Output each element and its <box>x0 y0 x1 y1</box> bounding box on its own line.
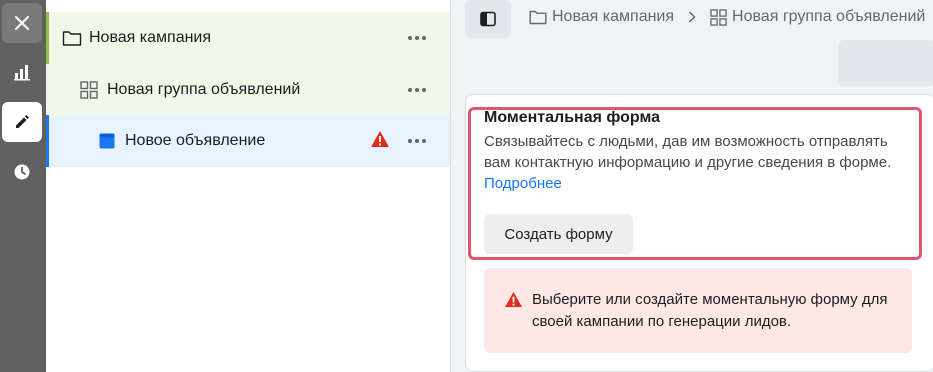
editor-pane: Новая кампания Новая группа объявлений М… <box>450 0 933 372</box>
reporting-button[interactable] <box>2 52 42 92</box>
close-button[interactable] <box>2 3 42 43</box>
tree-item-label: Новое объявление <box>125 132 266 149</box>
breadcrumb-item-adgroup[interactable]: Новая группа объявлений <box>710 8 925 26</box>
tree-item-label: Новая группа объявлений <box>107 80 301 98</box>
ad-icon <box>99 133 115 149</box>
error-alert: Выберите или создайте моментальную форму… <box>484 268 912 353</box>
warning-icon <box>370 130 390 153</box>
grid-icon <box>80 80 98 99</box>
section-title: Моментальная форма <box>484 109 661 126</box>
history-button[interactable] <box>2 152 42 192</box>
more-options-icon[interactable] <box>408 87 426 92</box>
toggle-panel-button[interactable] <box>465 0 511 38</box>
bar-chart-icon <box>14 65 30 81</box>
pencil-icon <box>16 115 29 128</box>
breadcrumb-label: Новая кампания <box>552 8 675 25</box>
left-rail <box>0 0 46 372</box>
breadcrumb: Новая кампания Новая группа объявлений <box>529 8 925 26</box>
create-form-button[interactable]: Создать форму <box>484 214 633 254</box>
editor-topbar: Новая кампания Новая группа объявлений <box>451 0 933 40</box>
learn-more-link[interactable]: Подробнее <box>484 175 562 192</box>
tree-item-campaign[interactable]: Новая кампания <box>46 12 450 64</box>
tree-item-ad[interactable]: Новое объявление <box>46 115 450 167</box>
close-icon <box>15 16 29 30</box>
more-options-icon[interactable] <box>408 139 426 143</box>
alert-message: Выберите или создайте моментальную форму… <box>532 291 888 330</box>
section-description: Связывайтесь с людьми, дав им возможност… <box>484 133 892 171</box>
sidebar-toggle-icon <box>480 11 496 27</box>
breadcrumb-label: Новая группа объявлений <box>732 8 926 25</box>
action-placeholder <box>838 40 933 86</box>
tree-item-adgroup[interactable]: Новая группа объявлений <box>46 64 450 115</box>
grid-icon <box>710 8 727 26</box>
folder-icon <box>529 10 547 25</box>
breadcrumb-item-campaign[interactable]: Новая кампания <box>529 8 674 26</box>
campaign-tree: Новая кампания Новая группа объявлений Н… <box>46 0 450 372</box>
folder-icon <box>62 29 82 47</box>
clock-icon <box>14 164 30 180</box>
warning-icon <box>504 291 523 313</box>
edit-button[interactable] <box>2 102 42 142</box>
chevron-right-icon <box>688 11 696 23</box>
more-options-icon[interactable] <box>408 36 426 40</box>
tree-item-label: Новая кампания <box>89 29 212 46</box>
